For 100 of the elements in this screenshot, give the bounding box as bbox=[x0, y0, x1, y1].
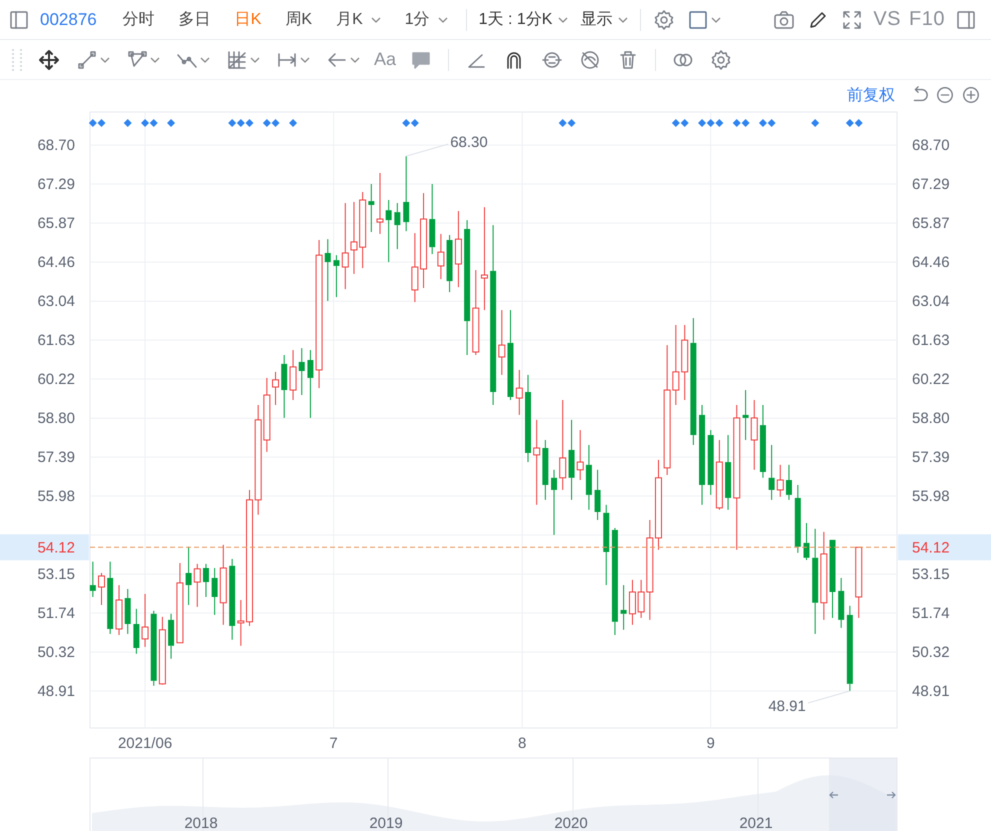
diamond-marker-icon[interactable] bbox=[289, 119, 298, 127]
candlestick bbox=[272, 371, 280, 406]
axis-label: 48.91 bbox=[37, 683, 75, 700]
low-price-label: 48.91 bbox=[768, 698, 806, 716]
axis-label: 7 bbox=[329, 735, 338, 752]
diamond-marker-icon[interactable] bbox=[272, 119, 280, 127]
range-dropdown[interactable]: 1天 : 1分K bbox=[472, 9, 574, 30]
zoom-in-icon[interactable] bbox=[961, 85, 981, 105]
axis-label: 53.15 bbox=[37, 566, 75, 584]
caret-icon[interactable] bbox=[200, 56, 210, 62]
panel-icon[interactable] bbox=[955, 8, 977, 30]
settings-icon[interactable] bbox=[710, 48, 732, 70]
diamond-marker-icon[interactable] bbox=[262, 119, 271, 127]
diamond-marker-icon[interactable] bbox=[246, 119, 254, 127]
diamond-marker-icon[interactable] bbox=[846, 119, 854, 127]
year-label: 2019 bbox=[369, 815, 403, 831]
caret-icon[interactable] bbox=[300, 56, 310, 62]
last-price-label: 54.12 bbox=[912, 539, 950, 556]
caret-icon[interactable] bbox=[150, 56, 160, 62]
diamond-marker-icon[interactable] bbox=[410, 119, 419, 127]
period-tab[interactable]: 周K bbox=[273, 9, 324, 30]
axis-label: 61.63 bbox=[912, 332, 950, 350]
fullscreen-icon[interactable] bbox=[841, 8, 864, 30]
settings-icon[interactable] bbox=[653, 8, 676, 30]
drag-handle[interactable] bbox=[12, 48, 22, 70]
diamond-marker-icon[interactable] bbox=[98, 119, 106, 127]
candlestick bbox=[742, 390, 749, 440]
period-tab[interactable]: 月K bbox=[324, 9, 393, 30]
axis-label: 63.04 bbox=[912, 293, 950, 310]
period-tab[interactable]: 1分 bbox=[392, 9, 460, 30]
axis-label: 61.63 bbox=[37, 332, 75, 350]
diamond-marker-icon[interactable] bbox=[680, 119, 689, 127]
axis-label: 58.80 bbox=[37, 410, 75, 428]
caret-icon[interactable] bbox=[438, 16, 448, 22]
diamond-marker-icon[interactable] bbox=[150, 119, 158, 127]
caret-icon[interactable] bbox=[100, 56, 110, 62]
axis-label: 68.70 bbox=[912, 137, 950, 154]
grid-tool-icon[interactable] bbox=[226, 48, 248, 70]
diamond-marker-icon[interactable] bbox=[742, 119, 750, 127]
axis-label: 51.74 bbox=[912, 604, 950, 622]
diamond-marker-icon[interactable] bbox=[698, 119, 706, 127]
candlestick bbox=[290, 350, 297, 400]
candlestick bbox=[237, 600, 244, 646]
diamond-marker-icon[interactable] bbox=[854, 119, 863, 127]
diamond-marker-icon[interactable] bbox=[124, 119, 132, 127]
adjust-mode-link[interactable]: 前复权 bbox=[847, 84, 895, 106]
axis-label: 57.39 bbox=[37, 449, 75, 466]
axis-label: 58.80 bbox=[912, 410, 950, 428]
diamond-marker-icon[interactable] bbox=[706, 119, 715, 127]
candlestick bbox=[90, 561, 96, 598]
hide-icon[interactable] bbox=[579, 48, 602, 70]
axis-label: 68.70 bbox=[37, 137, 75, 154]
panel-icon[interactable] bbox=[8, 8, 30, 30]
diamond-marker-icon[interactable] bbox=[167, 119, 176, 127]
diamond-marker-icon[interactable] bbox=[732, 119, 741, 127]
line-tool-icon[interactable] bbox=[76, 48, 98, 70]
high-price-label: 68.30 bbox=[450, 134, 488, 152]
diamond-marker-icon[interactable] bbox=[558, 119, 567, 127]
diamond-marker-icon[interactable] bbox=[715, 119, 724, 127]
arrow-right-icon[interactable] bbox=[886, 791, 896, 799]
axis-label: 51.74 bbox=[37, 604, 75, 622]
axis-label: 57.39 bbox=[912, 449, 950, 466]
candlestick bbox=[716, 440, 723, 510]
square-icon[interactable] bbox=[687, 8, 710, 30]
diamond-marker-icon[interactable] bbox=[811, 119, 820, 127]
caret-icon[interactable] bbox=[558, 16, 568, 22]
year-label: 2020 bbox=[554, 815, 588, 831]
camera-icon[interactable] bbox=[773, 8, 796, 30]
caret-icon[interactable] bbox=[350, 56, 360, 62]
axis-label: 67.29 bbox=[912, 176, 950, 193]
diamond-marker-icon[interactable] bbox=[236, 119, 245, 127]
diamond-marker-icon[interactable] bbox=[141, 119, 150, 127]
caret-icon[interactable] bbox=[370, 16, 381, 22]
axis-label: 67.29 bbox=[37, 176, 75, 193]
stock-code[interactable]: 002876 bbox=[40, 10, 97, 30]
year-label: 2021 bbox=[739, 815, 773, 831]
candlestick bbox=[142, 593, 149, 648]
diamond-marker-icon[interactable] bbox=[758, 119, 767, 127]
candlestick bbox=[124, 588, 131, 634]
candlestick bbox=[768, 444, 775, 500]
diamond-marker-icon[interactable] bbox=[402, 119, 410, 127]
axis-label: 64.46 bbox=[37, 254, 75, 272]
leader-line bbox=[406, 144, 449, 157]
move-icon[interactable] bbox=[38, 48, 60, 70]
axis-label: 60.22 bbox=[37, 371, 75, 388]
period-tab[interactable]: 多日 bbox=[166, 9, 223, 30]
candlestick bbox=[168, 613, 174, 660]
diamond-marker-icon[interactable] bbox=[672, 119, 680, 127]
diamond-marker-icon[interactable] bbox=[568, 119, 576, 127]
caret-icon[interactable] bbox=[618, 16, 628, 22]
period-tab[interactable]: 分时 bbox=[110, 9, 167, 30]
axis-label: 63.04 bbox=[37, 293, 75, 310]
diamond-marker-icon[interactable] bbox=[228, 119, 236, 127]
display-dropdown[interactable]: 显示 bbox=[574, 9, 634, 30]
arrow-left-icon[interactable] bbox=[829, 791, 839, 799]
caret-icon[interactable] bbox=[250, 56, 260, 62]
diamond-marker-icon[interactable] bbox=[88, 119, 97, 127]
caret-icon[interactable] bbox=[711, 16, 722, 22]
diamond-marker-icon[interactable] bbox=[768, 119, 776, 127]
zoom-out-icon[interactable] bbox=[935, 85, 955, 105]
